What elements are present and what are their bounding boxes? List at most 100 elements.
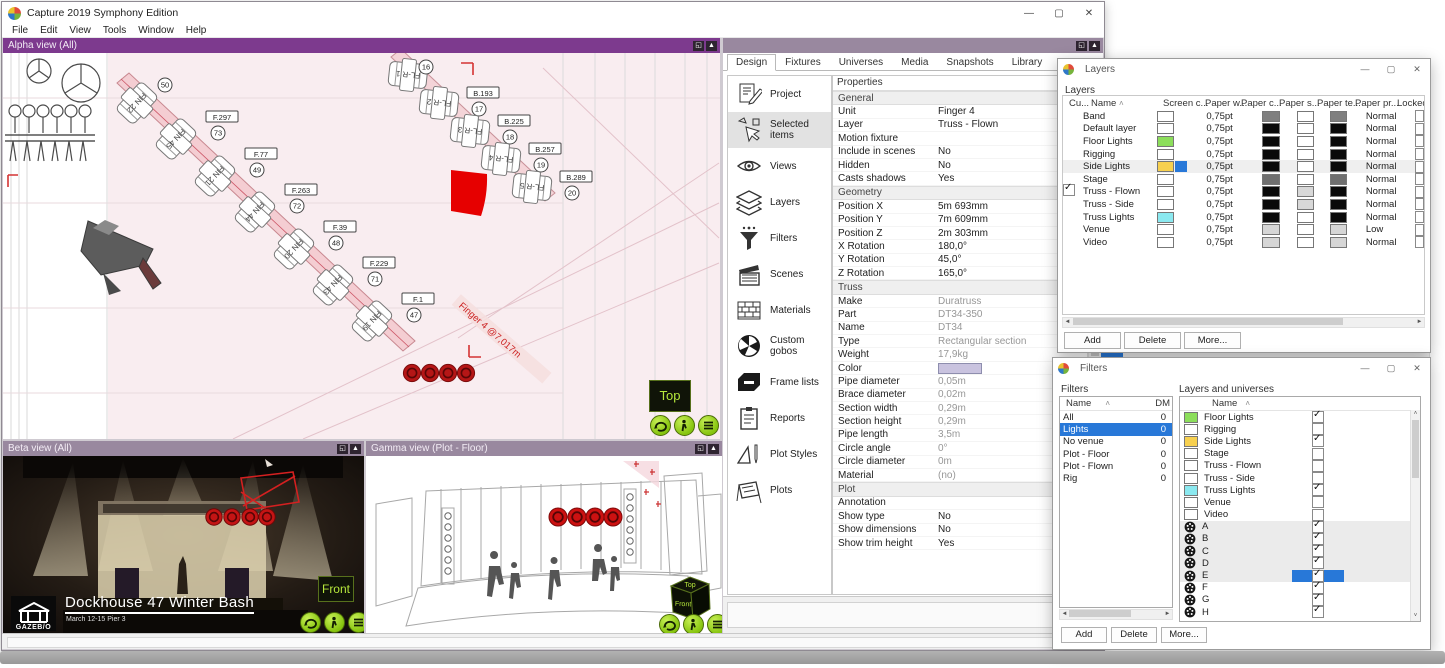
universe-include-row[interactable]: B ✓ xyxy=(1180,533,1420,545)
screen-color-swatch[interactable] xyxy=(1157,111,1174,122)
layer-include-row[interactable]: Truss Lights ✓ xyxy=(1180,484,1420,496)
layer-row[interactable]: ✓ Video 0,75pt Normal xyxy=(1063,236,1424,249)
locked-checkbox[interactable] xyxy=(1415,123,1424,135)
paper-shade-swatch[interactable] xyxy=(1297,161,1314,172)
maximize-button[interactable]: ▢ xyxy=(1378,358,1404,378)
property-row[interactable]: Weight 17,9kg xyxy=(833,348,1089,361)
filters-h-scrollbar[interactable]: ◄► xyxy=(1059,609,1173,620)
current-layer-checkbox[interactable]: ✓ xyxy=(1063,184,1075,196)
paper-color-swatch[interactable] xyxy=(1262,224,1279,235)
maximize-view-icon[interactable]: ▲ xyxy=(350,444,361,454)
property-row[interactable]: Hidden No xyxy=(833,159,1089,172)
menu-item[interactable]: View xyxy=(63,25,97,36)
layer-row[interactable]: ✓ Truss - Flown 0,75pt Normal xyxy=(1063,186,1424,199)
paper-color-swatch[interactable] xyxy=(1262,199,1279,210)
layer-include-row[interactable]: Stage ✓ xyxy=(1180,448,1420,460)
tab[interactable]: Universes xyxy=(830,54,892,71)
property-row[interactable]: Include in scenes No xyxy=(833,146,1089,159)
paper-shade-swatch[interactable] xyxy=(1297,111,1314,122)
paper-text-swatch[interactable] xyxy=(1330,111,1347,122)
color-swatch[interactable] xyxy=(938,363,982,374)
paper-shade-swatch[interactable] xyxy=(1297,149,1314,160)
paper-shade-swatch[interactable] xyxy=(1297,186,1314,197)
paper-text-swatch[interactable] xyxy=(1330,237,1347,248)
sidebar-item-frame-lists[interactable]: Frame lists xyxy=(728,364,831,400)
universe-include-row[interactable]: E ✓ xyxy=(1180,569,1420,581)
layer-row[interactable]: ✓ Stage 0,75pt Normal xyxy=(1063,173,1424,186)
layer-row[interactable]: ✓ Default layer 0,75pt Normal xyxy=(1063,123,1424,136)
screen-color-swatch[interactable] xyxy=(1157,224,1174,235)
paper-shade-swatch[interactable] xyxy=(1297,136,1314,147)
button[interactable]: Delete xyxy=(1124,332,1181,349)
maximize-button[interactable]: ▢ xyxy=(1044,2,1074,24)
property-row[interactable]: General xyxy=(833,91,1089,105)
paper-shade-swatch[interactable] xyxy=(1297,224,1314,235)
layer-include-row[interactable]: Floor Lights ✓ xyxy=(1180,411,1420,423)
layer-row[interactable]: ✓ Band 0,75pt Normal xyxy=(1063,110,1424,123)
screen-color-swatch[interactable] xyxy=(1157,161,1174,172)
property-row[interactable]: Geometry xyxy=(833,186,1089,200)
maximize-button[interactable]: ▢ xyxy=(1378,59,1404,79)
filter-row[interactable]: No venue 0 xyxy=(1060,436,1172,448)
property-row[interactable]: Z Rotation 165,0° xyxy=(833,267,1089,280)
property-row[interactable]: Layer Truss - Flown xyxy=(833,119,1089,132)
filter-row[interactable]: Plot - Flown 0 xyxy=(1060,460,1172,472)
locked-checkbox[interactable] xyxy=(1415,236,1424,248)
walkthrough-view-icon[interactable] xyxy=(324,612,345,633)
tab[interactable]: Library xyxy=(1003,54,1052,71)
editing-cell[interactable] xyxy=(1175,161,1187,172)
universe-include-row[interactable]: C ✓ xyxy=(1180,545,1420,557)
layer-include-row[interactable]: Truss - Flown ✓ xyxy=(1180,460,1420,472)
include-checkbox[interactable]: ✓ xyxy=(1312,606,1324,618)
filter-row[interactable]: Rig 0 xyxy=(1060,472,1172,484)
gamma-nav-icons[interactable] xyxy=(659,614,722,633)
sidebar-item-custom-gobos[interactable]: Custom gobos xyxy=(728,328,831,364)
minimize-button[interactable]: — xyxy=(1352,358,1378,378)
menu-item[interactable]: Window xyxy=(132,25,180,36)
property-row[interactable]: Circle diameter 0m xyxy=(833,456,1089,469)
screen-color-swatch[interactable] xyxy=(1157,186,1174,197)
layer-include-row[interactable]: Rigging ✓ xyxy=(1180,423,1420,435)
paper-color-swatch[interactable] xyxy=(1262,174,1279,185)
paper-color-swatch[interactable] xyxy=(1262,123,1279,134)
layer-include-row[interactable]: Venue ✓ xyxy=(1180,496,1420,508)
sidebar-item-filters[interactable]: Filters xyxy=(728,220,831,256)
screen-color-swatch[interactable] xyxy=(1157,199,1174,210)
include-checkbox[interactable]: ✓ xyxy=(1312,460,1324,472)
property-row[interactable]: Show dimensions No xyxy=(833,524,1089,537)
view-menu-icon[interactable] xyxy=(698,415,719,436)
property-row[interactable]: Type Rectangular section xyxy=(833,335,1089,348)
property-row[interactable]: Casts shadows Yes xyxy=(833,172,1089,185)
layer-row[interactable]: ✓ Truss Lights 0,75pt Normal xyxy=(1063,211,1424,224)
maximize-view-icon[interactable]: ▲ xyxy=(1089,41,1100,51)
paper-color-swatch[interactable] xyxy=(1262,161,1279,172)
button[interactable]: Add xyxy=(1061,627,1107,643)
property-row[interactable]: Position Z 2m 303mm xyxy=(833,227,1089,240)
sidebar-item-plot-styles[interactable]: Plot Styles xyxy=(728,436,831,472)
beta-nav-icons[interactable] xyxy=(300,612,364,633)
orbit-view-icon[interactable] xyxy=(300,612,321,633)
property-row[interactable]: Pipe length 3,5m xyxy=(833,429,1089,442)
paper-text-swatch[interactable] xyxy=(1330,161,1347,172)
filter-row[interactable]: Plot - Floor 0 xyxy=(1060,448,1172,460)
button[interactable]: More... xyxy=(1184,332,1241,349)
layer-include-row[interactable]: Truss - Side ✓ xyxy=(1180,472,1420,484)
locked-checkbox[interactable] xyxy=(1415,135,1424,147)
sidebar-item-reports[interactable]: Reports xyxy=(728,400,831,436)
paper-text-swatch[interactable] xyxy=(1330,199,1347,210)
property-row[interactable]: Pipe diameter 0,05m xyxy=(833,375,1089,388)
maximize-view-icon[interactable]: ▲ xyxy=(706,41,717,51)
property-row[interactable]: Color xyxy=(833,362,1089,375)
walkthrough-view-icon[interactable] xyxy=(674,415,695,436)
property-row[interactable]: Name DT34 xyxy=(833,322,1089,335)
locked-checkbox[interactable] xyxy=(1415,148,1424,160)
sidebar-item-views[interactable]: Views xyxy=(728,148,831,184)
universes-v-scrollbar[interactable]: ˄˅ xyxy=(1410,410,1420,621)
include-checkbox[interactable]: ✓ xyxy=(1312,484,1324,496)
property-row[interactable]: Circle angle 0° xyxy=(833,442,1089,455)
gamma-wireframe-canvas[interactable]: Top Front xyxy=(366,456,722,633)
menu-item[interactable]: Edit xyxy=(34,25,63,36)
property-row[interactable]: Annotation xyxy=(833,497,1089,510)
paper-shade-swatch[interactable] xyxy=(1297,237,1314,248)
close-button[interactable]: ✕ xyxy=(1074,2,1104,24)
